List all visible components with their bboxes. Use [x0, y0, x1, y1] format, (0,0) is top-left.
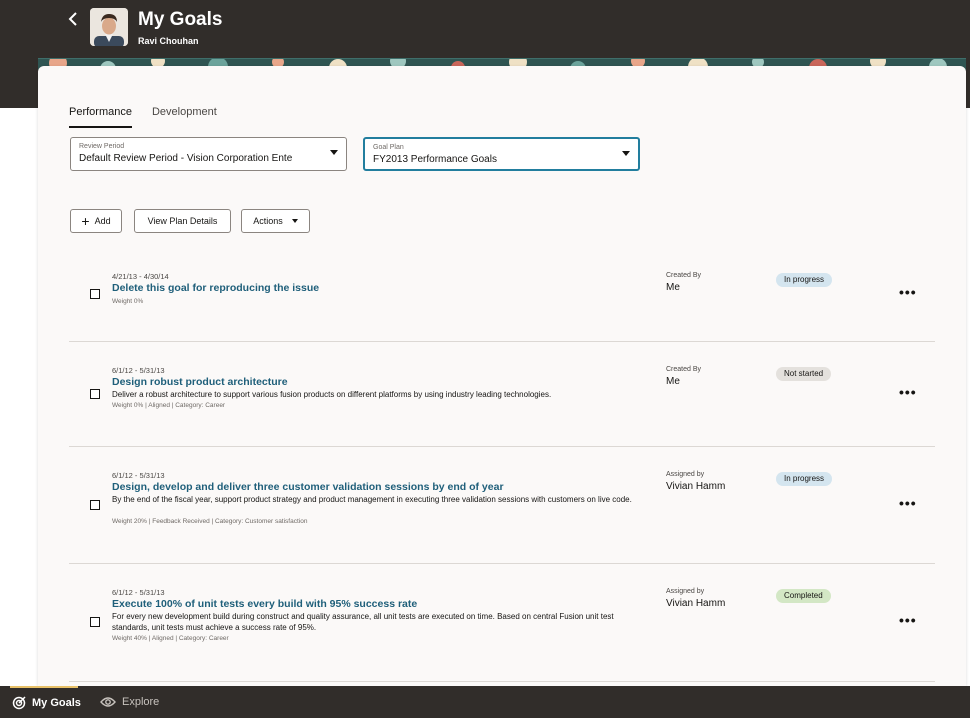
goal-row: 4/21/13 - 4/30/14 Delete this goal for r…	[69, 258, 935, 342]
goal-meta: Weight 20% | Feedback Received | Categor…	[112, 518, 308, 525]
status-badge: Completed	[776, 589, 831, 603]
goal-checkbox[interactable]	[90, 617, 100, 627]
more-options-icon[interactable]: •••	[899, 284, 917, 300]
tab-development[interactable]: Development	[152, 106, 217, 128]
actions-label: Actions	[253, 216, 283, 226]
nav-my-goals-label: My Goals	[32, 697, 81, 709]
chevron-left-icon	[68, 12, 77, 26]
goal-owner: Me	[666, 376, 680, 387]
goal-row: 6/1/12 - 5/31/13 Execute 100% of unit te…	[69, 564, 935, 682]
goal-owner-label: Assigned by	[666, 471, 705, 478]
goal-owner: Me	[666, 282, 680, 293]
goal-dates: 6/1/12 - 5/31/13	[112, 588, 165, 597]
review-period-label: Review Period	[79, 143, 125, 150]
review-period-value: Default Review Period - Vision Corporati…	[79, 153, 293, 164]
tab-performance[interactable]: Performance	[69, 106, 132, 128]
goal-description: Deliver a robust architecture to support…	[112, 390, 552, 399]
bottom-navigation: My Goals Explore	[0, 686, 970, 718]
goal-title-link[interactable]: Design robust product architecture	[112, 376, 288, 388]
avatar	[90, 8, 128, 46]
more-options-icon[interactable]: •••	[899, 612, 917, 628]
goal-checkbox[interactable]	[90, 289, 100, 299]
plus-icon: +	[81, 213, 90, 229]
goal-checkbox[interactable]	[90, 389, 100, 399]
goal-checkbox[interactable]	[90, 500, 100, 510]
status-badge: In progress	[776, 273, 833, 287]
review-period-select[interactable]: Review Period Default Review Period - Vi…	[70, 137, 347, 171]
caret-down-icon	[622, 151, 630, 156]
goal-dates: 6/1/12 - 5/31/13	[112, 471, 165, 480]
goal-owner: Vivian Hamm	[666, 481, 726, 492]
tab-bar: Performance Development	[69, 106, 217, 128]
goals-card: Performance Development Review Period De…	[38, 66, 966, 686]
actions-menu-button[interactable]: Actions	[241, 209, 310, 233]
goal-owner-label: Assigned by	[666, 588, 705, 595]
nav-explore-label: Explore	[122, 696, 160, 708]
active-tab-indicator	[10, 686, 78, 688]
nav-explore[interactable]: Explore	[100, 696, 159, 708]
caret-down-icon	[291, 219, 298, 223]
goal-dates: 6/1/12 - 5/31/13	[112, 366, 165, 375]
goal-description: For every new development build during c…	[112, 612, 614, 632]
nav-my-goals[interactable]: My Goals	[12, 696, 81, 710]
more-options-icon[interactable]: •••	[899, 384, 917, 400]
target-icon	[12, 696, 26, 710]
goal-plan-select[interactable]: Goal Plan FY2013 Performance Goals	[363, 137, 640, 171]
status-badge: In progress	[776, 472, 833, 486]
more-options-icon[interactable]: •••	[899, 495, 917, 511]
add-button-label: Add	[94, 216, 111, 226]
goal-title-link[interactable]: Delete this goal for reproducing the iss…	[112, 282, 319, 294]
goal-plan-value: FY2013 Performance Goals	[373, 154, 497, 165]
page-title: My Goals	[138, 9, 223, 30]
view-plan-details-button[interactable]: View Plan Details	[134, 209, 231, 233]
goal-plan-label: Goal Plan	[373, 144, 404, 151]
goal-title-link[interactable]: Execute 100% of unit tests every build w…	[112, 598, 417, 610]
goal-meta: Weight 0%	[112, 298, 144, 305]
goal-title-link[interactable]: Design, develop and deliver three custom…	[112, 481, 504, 493]
goal-meta: Weight 40% | Aligned | Category: Career	[112, 635, 229, 642]
goal-owner: Vivian Hamm	[666, 598, 726, 609]
add-button[interactable]: + Add	[70, 209, 122, 233]
goal-description: By the end of the fiscal year, support p…	[112, 495, 632, 504]
goal-row: 6/1/12 - 5/31/13 Design robust product a…	[69, 342, 935, 447]
goal-owner-label: Created By	[666, 272, 702, 279]
back-button[interactable]	[64, 10, 82, 30]
goal-meta: Weight 0% | Aligned | Category: Career	[112, 402, 226, 409]
caret-down-icon	[330, 150, 338, 155]
view-plan-details-label: View Plan Details	[147, 216, 218, 226]
user-name: Ravi Chouhan	[138, 36, 199, 46]
eye-icon	[100, 697, 116, 707]
goal-owner-label: Created By	[666, 366, 702, 373]
status-badge: Not started	[776, 367, 832, 381]
goal-row: 6/1/12 - 5/31/13 Design, develop and del…	[69, 447, 935, 564]
goal-dates: 4/21/13 - 4/30/14	[112, 272, 169, 281]
